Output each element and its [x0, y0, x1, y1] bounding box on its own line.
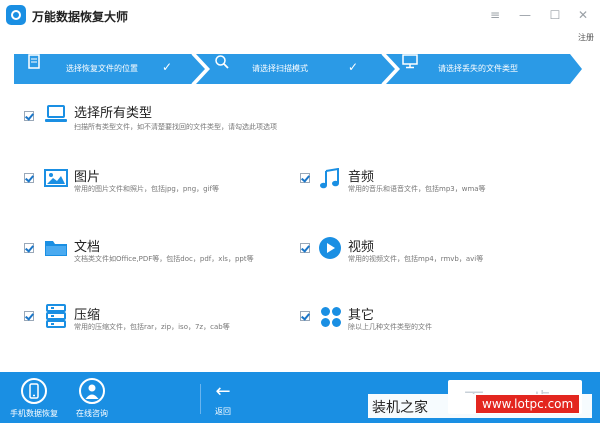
- image-icon: [44, 169, 68, 187]
- step-1-label: 选择恢复文件的位置: [66, 64, 138, 73]
- audio-desc: 常用的音乐和语音文件，包括mp3，wma等: [348, 185, 486, 193]
- menu-icon[interactable]: ≡: [486, 6, 504, 24]
- documents-desc: 文档类文件如Office,PDF等，包括doc，pdf，xls，ppt等: [74, 255, 254, 263]
- watermark-site-url: www.lotpc.com: [476, 395, 580, 413]
- option-images[interactable]: 图片 常用的图片文件和照片，包括jpg，png，gif等: [0, 164, 290, 200]
- audio-checkbox[interactable]: [300, 173, 310, 183]
- step-2-label: 请选择扫描模式: [252, 64, 308, 73]
- online-consult-label: 在线咨询: [76, 409, 108, 418]
- app-title: 万能数据恢复大师: [32, 10, 129, 24]
- archives-checkbox[interactable]: [24, 311, 34, 321]
- online-consult-button[interactable]: 在线咨询: [62, 378, 122, 419]
- option-video[interactable]: 视频 常用的视频文件，包括mp4，rmvb，avi等: [296, 234, 596, 270]
- step-3-label: 请选择丢失的文件类型: [438, 64, 518, 73]
- step-2-check-icon: ✓: [348, 60, 359, 74]
- steps-bar: 选择恢复文件的位置 ✓ 请选择扫描模式 ✓ 请选择丢失的文件类型: [14, 54, 582, 84]
- option-archives[interactable]: 压缩 常用的压缩文件，包括rar，zip，iso，7z，cab等: [0, 302, 290, 338]
- person-icon: [79, 378, 105, 404]
- grid-icon: [321, 307, 341, 327]
- title-bar: 万能数据恢复大师 ≡ — ☐ ✕: [0, 0, 600, 32]
- register-link[interactable]: 注册: [578, 32, 594, 43]
- images-desc: 常用的图片文件和照片，包括jpg，png，gif等: [74, 185, 220, 193]
- video-checkbox[interactable]: [300, 243, 310, 253]
- search-icon: [215, 55, 229, 69]
- video-desc: 常用的视频文件，包括mp4，rmvb，avi等: [348, 255, 484, 263]
- other-checkbox[interactable]: [300, 311, 310, 321]
- video-title: 视频: [348, 240, 375, 255]
- archives-desc: 常用的压缩文件，包括rar，zip，iso，7z，cab等: [74, 323, 230, 331]
- images-title: 图片: [74, 170, 101, 185]
- audio-title: 音频: [348, 170, 375, 185]
- laptop-icon: [45, 105, 67, 122]
- documents-title: 文档: [74, 240, 101, 255]
- other-title: 其它: [348, 308, 375, 323]
- option-all-types[interactable]: 选择所有类型 扫描所有类型文件，如不清楚要找回的文件类型，请勾选此项选项: [0, 100, 600, 140]
- watermark-site-name: 装机之家: [372, 400, 428, 416]
- other-desc: 除以上几种文件类型的文件: [348, 323, 432, 331]
- all-types-title: 选择所有类型: [74, 106, 153, 121]
- phone-recovery-button[interactable]: 手机数据恢复: [4, 378, 64, 419]
- archives-title: 压缩: [74, 308, 101, 323]
- folder-icon: [45, 241, 67, 256]
- monitor-icon: [402, 54, 418, 69]
- maximize-icon[interactable]: ☐: [546, 6, 564, 24]
- phone-icon: [21, 378, 47, 404]
- back-label: 返回: [215, 407, 231, 416]
- option-audio[interactable]: 音频 常用的音乐和语音文件，包括mp3，wma等: [296, 164, 596, 200]
- music-icon: [320, 168, 339, 189]
- close-icon[interactable]: ✕: [574, 6, 592, 24]
- site-watermark: 装机之家 www.lotpc.com: [368, 394, 592, 418]
- archive-icon: [46, 304, 66, 328]
- arrow-left-icon: ←: [215, 381, 231, 402]
- option-other[interactable]: 其它 除以上几种文件类型的文件: [296, 302, 596, 338]
- app-logo-icon: [6, 5, 26, 25]
- documents-checkbox[interactable]: [24, 243, 34, 253]
- play-icon: [319, 237, 341, 259]
- minimize-icon[interactable]: —: [516, 6, 534, 24]
- back-button[interactable]: ← 返回: [206, 382, 240, 417]
- option-documents[interactable]: 文档 文档类文件如Office,PDF等，包括doc，pdf，xls，ppt等: [0, 234, 290, 270]
- step-1-check-icon: ✓: [162, 60, 173, 74]
- images-checkbox[interactable]: [24, 173, 34, 183]
- all-types-checkbox[interactable]: [24, 111, 34, 121]
- bottom-divider: [200, 384, 201, 414]
- document-icon: [28, 54, 40, 69]
- all-types-desc: 扫描所有类型文件，如不清楚要找回的文件类型，请勾选此项选项: [74, 123, 277, 131]
- phone-recovery-label: 手机数据恢复: [10, 409, 58, 418]
